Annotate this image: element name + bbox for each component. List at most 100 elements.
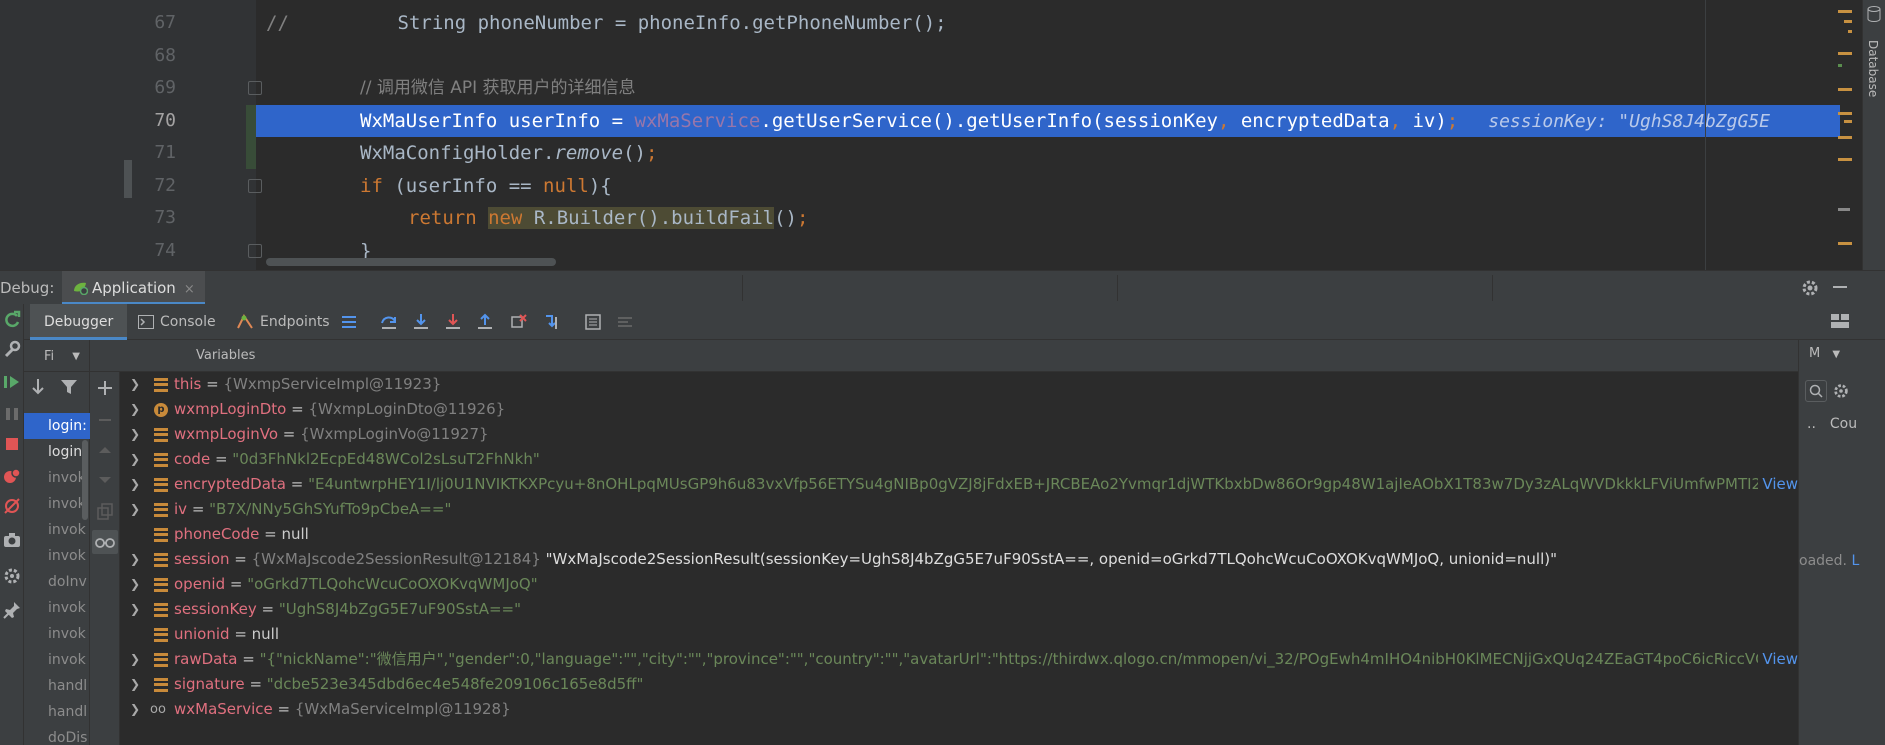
memory-column-header[interactable]: .. Cou — [1807, 416, 1857, 432]
expand-chevron-icon[interactable]: ❯ — [130, 422, 142, 447]
code-line[interactable]: if (userInfo == null){ — [256, 170, 1840, 202]
step-over-icon[interactable] — [380, 313, 398, 331]
pin-tab-icon[interactable] — [2, 600, 22, 620]
frame-item[interactable]: invok — [24, 595, 90, 621]
close-tab-icon[interactable]: × — [184, 282, 195, 297]
frame-item[interactable]: invok — [24, 517, 90, 543]
database-tool-strip[interactable]: Database — [1862, 0, 1885, 270]
load-classes-link[interactable]: L — [1851, 553, 1859, 569]
move-down-icon[interactable] — [95, 470, 115, 490]
session-tab-application[interactable]: Application × — [62, 271, 205, 305]
expand-chevron-icon[interactable]: ❯ — [130, 647, 142, 672]
remove-watch-icon[interactable] — [95, 410, 115, 430]
variable-row[interactable]: ❯ iv = "B7X/NNy5GhSYufTo9pCbeA==" — [120, 497, 1798, 522]
warning-mark[interactable] — [1838, 242, 1852, 245]
variable-row[interactable]: ❯ this = {WxmpServiceImpl@11923} — [120, 372, 1798, 397]
step-into-icon[interactable] — [412, 313, 430, 331]
resume-program-icon[interactable] — [2, 372, 22, 392]
warning-mark[interactable] — [1838, 10, 1852, 13]
variable-row[interactable]: ❯ wxmpLoginVo = {WxmpLoginVo@11927} — [120, 422, 1798, 447]
code-line[interactable]: WxMaConfigHolder.remove(); — [256, 137, 1840, 169]
code-line-current[interactable]: WxMaUserInfo userInfo = wxMaService.getU… — [256, 105, 1840, 137]
tab-debugger[interactable]: Debugger — [30, 304, 128, 340]
code-line[interactable]: // String phoneNumber = phoneInfo.getPho… — [256, 7, 1840, 39]
code-line[interactable]: // 调用微信 API 获取用户的详细信息 — [256, 72, 1840, 104]
layout-settings-icon[interactable] — [1830, 312, 1850, 330]
variable-row[interactable]: ❯ p wxmpLoginDto = {WxmpLoginDto@11926} — [120, 397, 1798, 422]
warning-mark[interactable] — [1848, 30, 1852, 33]
expand-chevron-icon[interactable]: ❯ — [130, 672, 142, 697]
variable-row[interactable]: ❯ encryptedData = "E4untwrpHEY1I/lj0U1NVI… — [120, 472, 1798, 497]
variable-row[interactable]: ❯ code = "0d3FhNkl2EcpEd48WCol2sLsuT2FhNk… — [120, 447, 1798, 472]
drop-frame-icon[interactable] — [510, 313, 528, 331]
variable-row[interactable]: ❯ signature = "dcbe523e345dbd6ec4e548fe20… — [120, 672, 1798, 697]
pause-program-icon[interactable] — [2, 404, 22, 424]
show-watches-toggle[interactable] — [92, 530, 118, 554]
frame-item[interactable]: invok — [24, 621, 90, 647]
frame-item[interactable]: handl — [24, 699, 90, 725]
stop-icon[interactable] — [2, 434, 22, 454]
add-watch-icon[interactable] — [95, 378, 115, 398]
settings-gear-icon[interactable] — [1800, 278, 1820, 298]
thread-selector-dropdown[interactable]: Fi ▼ — [30, 346, 84, 368]
expand-chevron-icon[interactable]: ❯ — [130, 472, 142, 497]
code-editor[interactable]: 67 68 69 70 71 72 73 74 // String phoneN… — [0, 0, 1885, 270]
warning-mark[interactable] — [1844, 120, 1852, 123]
warning-mark[interactable] — [1838, 136, 1852, 139]
frame-item[interactable]: invok — [24, 491, 90, 517]
horizontal-scrollbar[interactable] — [266, 258, 556, 266]
modify-run-configuration-icon[interactable] — [2, 340, 22, 360]
tab-endpoints[interactable]: Endpoints — [236, 304, 330, 340]
expand-chevron-icon[interactable]: ❯ — [130, 497, 142, 522]
variable-row[interactable]: ❯ rawData = "{"nickName":"微信用户","gender":… — [120, 647, 1798, 672]
variable-row[interactable]: phoneCode = null — [120, 522, 1798, 547]
settings-gear-icon[interactable] — [1832, 382, 1850, 400]
change-mark[interactable] — [1838, 64, 1842, 67]
evaluate-expression-icon[interactable] — [584, 313, 602, 331]
variable-row[interactable]: ❯ oo wxMaService = {WxMaServiceImpl@11928} — [120, 697, 1798, 722]
frame-item[interactable]: invok — [24, 647, 90, 673]
filter-icon[interactable] — [60, 378, 78, 396]
memory-selector-dropdown[interactable]: M ▼ — [1809, 346, 1840, 361]
variable-row[interactable]: ❯ sessionKey = "UghS8J4bZgG5E7uF90SstA==" — [120, 597, 1798, 622]
warning-mark[interactable] — [1838, 112, 1852, 115]
expand-chevron-icon[interactable]: ❯ — [130, 697, 142, 722]
arrow-down-icon[interactable] — [30, 378, 46, 396]
expand-chevron-icon[interactable]: ❯ — [130, 397, 142, 422]
view-link[interactable]: View — [1758, 647, 1798, 672]
code-line[interactable]: return new R.Builder().buildFail(); — [256, 202, 1840, 234]
error-stripe[interactable] — [1838, 0, 1860, 270]
frames-scrollbar[interactable] — [82, 440, 88, 520]
variable-row[interactable]: ❯ openid = "oGrkd7TLQohcWcuCoOXOKvqWMJoQ" — [120, 572, 1798, 597]
warning-mark[interactable] — [1838, 158, 1852, 161]
info-mark[interactable] — [1838, 208, 1850, 211]
database-tab-label[interactable]: Database — [1866, 40, 1880, 97]
variable-row[interactable]: unionid = null — [120, 622, 1798, 647]
expand-chevron-icon[interactable]: ❯ — [130, 547, 142, 572]
frame-item[interactable]: login: — [24, 413, 90, 439]
settings-icon[interactable] — [2, 566, 22, 586]
frame-item[interactable]: doInv — [24, 569, 90, 595]
variable-row[interactable]: ❯ session = {WxMaJscode2SessionResult@121… — [120, 547, 1798, 572]
trace-current-stream-icon[interactable] — [616, 313, 634, 331]
duplicate-watch-icon[interactable] — [95, 502, 115, 522]
frame-item[interactable]: login: — [24, 439, 90, 465]
step-out-icon[interactable] — [476, 313, 494, 331]
minimize-icon[interactable] — [1833, 286, 1847, 288]
view-breakpoints-icon[interactable] — [2, 466, 22, 486]
view-link[interactable]: View — [1758, 472, 1798, 497]
splitter-handle[interactable] — [124, 160, 132, 198]
expand-chevron-icon[interactable]: ❯ — [130, 597, 142, 622]
warning-mark[interactable] — [1844, 20, 1852, 23]
frame-item[interactable]: doDis — [24, 725, 90, 745]
force-step-into-icon[interactable] — [444, 313, 462, 331]
expand-chevron-icon[interactable]: ❯ — [130, 372, 142, 397]
memory-search-field[interactable] — [1805, 380, 1827, 402]
tab-console[interactable]: Console — [138, 304, 216, 340]
expand-chevron-icon[interactable]: ❯ — [130, 572, 142, 597]
get-thread-dump-icon[interactable] — [2, 530, 22, 550]
frame-item[interactable]: handl — [24, 673, 90, 699]
rerun-icon[interactable] — [2, 310, 22, 330]
frame-item[interactable]: invok — [24, 465, 90, 491]
frames-list-icon[interactable] — [340, 313, 358, 331]
